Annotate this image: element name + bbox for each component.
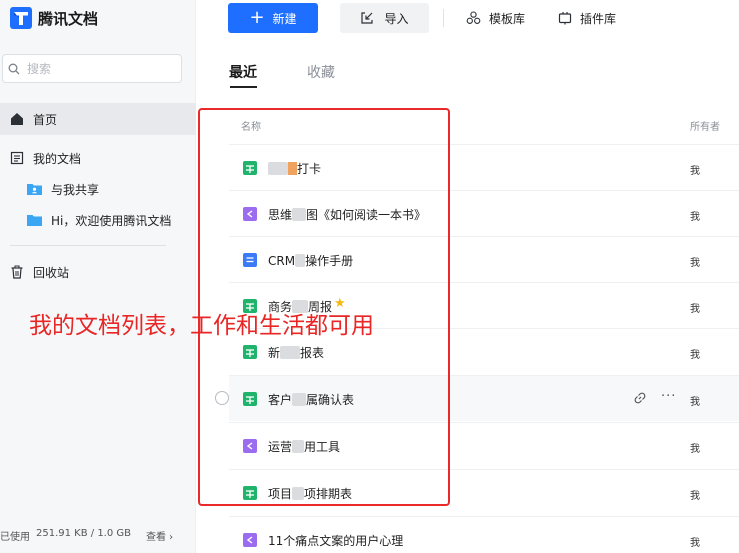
column-header-name[interactable]: 名称 [241, 118, 261, 133]
search-placeholder: 搜索 [27, 62, 52, 76]
sidebar-item-label: 首页 [33, 112, 58, 127]
import-button[interactable]: 导入 [340, 3, 429, 33]
file-row[interactable]: 思维 图《如何阅读一本书》 我 [229, 190, 739, 236]
mindmap-icon [243, 439, 257, 453]
sidebar-item-label: 我的文档 [33, 151, 82, 166]
template-library-label: 模板库 [489, 11, 526, 26]
file-row[interactable]: 客户 属确认表 ··· 我 [215, 375, 739, 421]
redacted-text [292, 440, 305, 453]
spreadsheet-icon [243, 392, 257, 406]
plus-icon: + [249, 7, 265, 28]
redacted-text [292, 393, 307, 406]
file-owner: 我 [690, 538, 700, 549]
tab-recent[interactable]: 最近 [229, 62, 257, 82]
import-icon [361, 12, 374, 24]
tab-favorites[interactable]: 收藏 [307, 62, 335, 82]
file-name: 运营 用工具 [268, 440, 341, 454]
sidebar-item-label: Hi，欢迎使用腾讯文档 [51, 213, 172, 228]
home-icon [11, 113, 23, 125]
sidebar-item-welcome-folder[interactable]: Hi，欢迎使用腾讯文档 [0, 205, 196, 235]
sidebar-item-shared[interactable]: 与我共享 [0, 174, 196, 204]
sidebar-divider [10, 245, 166, 246]
template-icon [466, 11, 481, 24]
sidebar-item-label: 回收站 [33, 265, 70, 280]
plugin-icon [558, 12, 572, 25]
more-options-icon[interactable]: ··· [661, 389, 676, 404]
spreadsheet-icon [243, 345, 257, 359]
annotation-text: 我的文档列表，工作和生活都可用 [29, 313, 374, 339]
file-owner: 我 [690, 444, 700, 455]
redacted-text [295, 254, 306, 267]
file-owner: 我 [690, 397, 700, 408]
storage-value: 251.91 KB / 1.0 GB [36, 528, 132, 539]
redacted-text [268, 162, 288, 175]
active-tab-indicator [230, 86, 257, 88]
storage-usage: 已使用 251.91 KB / 1.0 GB 查看 › [0, 528, 196, 543]
select-radio[interactable] [215, 391, 229, 405]
sidebar-item-my-docs[interactable]: 我的文档 [0, 142, 196, 174]
column-header-owner[interactable]: 所有者 [690, 118, 720, 133]
folder-icon [27, 215, 42, 226]
app-name: 腾讯文档 [38, 9, 99, 28]
storage-view-link[interactable]: 查看 › [146, 528, 173, 543]
file-name: CRM 操作手册 [268, 254, 354, 268]
import-button-label: 导入 [384, 11, 409, 26]
redacted-text [280, 346, 301, 359]
sidebar: 腾讯文档 搜索 首页 我的文档 与我共享 Hi，欢迎使用腾讯文档 回收站 已使用… [0, 0, 196, 553]
mindmap-icon [243, 207, 257, 221]
file-name: 新报表 [268, 346, 325, 360]
file-row[interactable]: 项目 项排期表 我 [229, 469, 739, 515]
file-row[interactable]: 打卡 我 [229, 144, 739, 190]
redacted-text [292, 208, 307, 221]
toolbar-divider [443, 9, 444, 27]
link-icon[interactable] [633, 391, 647, 405]
file-name: 打卡 [268, 160, 321, 177]
mindmap-icon [243, 533, 257, 547]
file-owner: 我 [690, 350, 700, 361]
sidebar-item-home[interactable]: 首页 [0, 103, 196, 135]
file-row[interactable]: 运营 用工具 我 [229, 422, 739, 468]
app-logo[interactable]: 腾讯文档 [10, 7, 98, 29]
shared-folder-icon [27, 184, 42, 195]
file-name: 11个痛点文案的用户心理 [268, 534, 404, 548]
spreadsheet-icon [243, 161, 257, 175]
search-input[interactable]: 搜索 [2, 54, 182, 83]
file-owner: 我 [690, 166, 700, 177]
file-owner: 我 [690, 304, 700, 315]
plugin-library-label: 插件库 [580, 11, 617, 26]
plugin-library-button[interactable]: 插件库 [558, 3, 616, 33]
file-name: 项目 项排期表 [268, 487, 353, 501]
file-owner: 我 [690, 491, 700, 502]
storage-label: 已使用 [0, 532, 30, 543]
sidebar-item-trash[interactable]: 回收站 [0, 256, 196, 288]
trash-icon [11, 265, 23, 279]
file-owner: 我 [690, 258, 700, 269]
file-name: 思维 图《如何阅读一本书》 [268, 208, 427, 222]
file-name: 客户 属确认表 [268, 393, 355, 407]
document-icon [243, 253, 257, 267]
file-row[interactable]: CRM 操作手册 我 [229, 236, 739, 282]
spreadsheet-icon [243, 486, 257, 500]
document-list-icon [10, 151, 24, 165]
sidebar-item-label: 与我共享 [51, 182, 100, 197]
search-icon [8, 63, 20, 74]
redacted-text [288, 162, 297, 175]
redacted-text [292, 487, 305, 500]
new-button-label: 新建 [272, 11, 297, 26]
tencent-docs-logo-icon [10, 7, 32, 29]
file-owner: 我 [690, 212, 700, 223]
file-row[interactable]: 11个痛点文案的用户心理 我 [229, 516, 739, 553]
template-library-button[interactable]: 模板库 [466, 3, 525, 33]
new-button[interactable]: + 新建 [228, 3, 318, 33]
